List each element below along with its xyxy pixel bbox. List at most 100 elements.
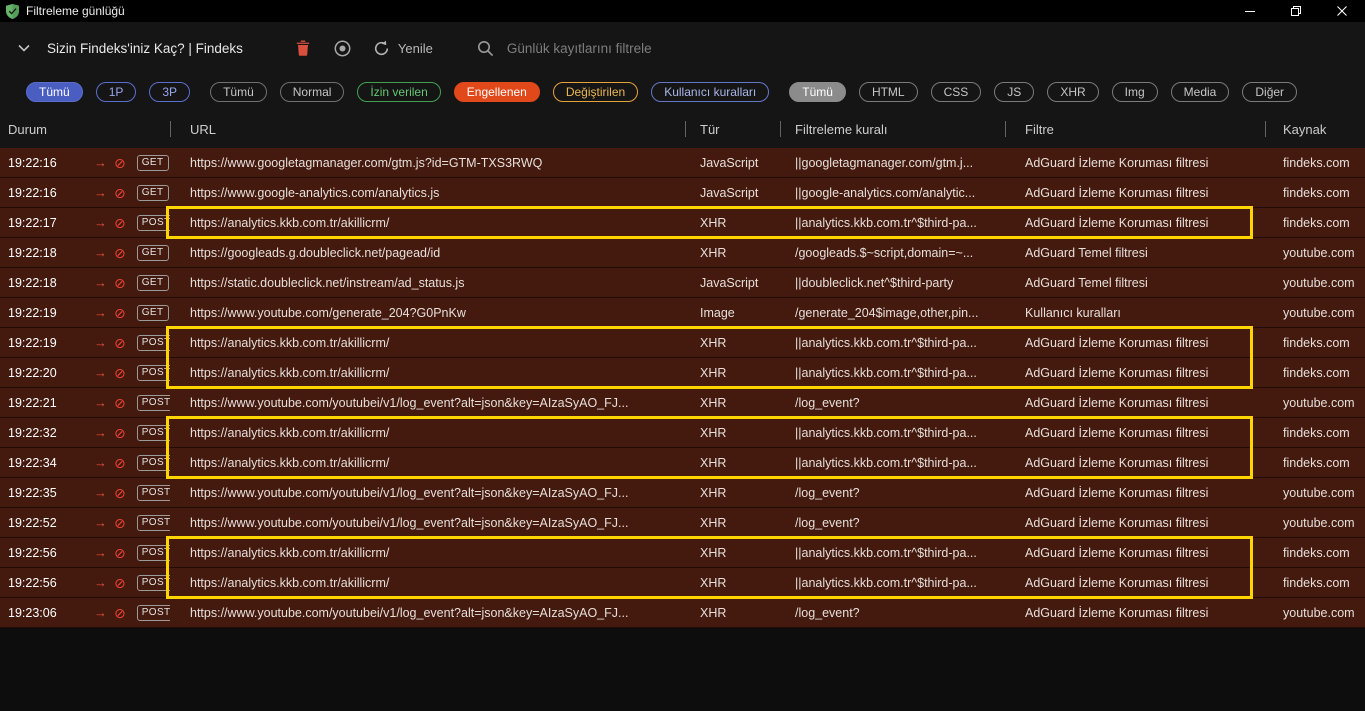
column-header-durum[interactable]: Durum xyxy=(0,110,170,148)
log-row[interactable]: 19:22:18 → ⊘ GET https://googleads.g.dou… xyxy=(0,238,1365,268)
filter-chip-t-m-[interactable]: Tümü xyxy=(789,82,846,102)
filter-chip-i-zin-verilen[interactable]: İzin verilen xyxy=(357,82,441,102)
blocked-icon: ⊘ xyxy=(114,574,126,591)
method-badge: POST xyxy=(136,574,170,591)
log-row[interactable]: 19:22:34 → ⊘ POST https://analytics.kkb.… xyxy=(0,448,1365,478)
log-row[interactable]: 19:22:16 → ⊘ GET https://www.google-anal… xyxy=(0,178,1365,208)
chevron-down-icon xyxy=(18,44,34,52)
filter-chip-normal[interactable]: Normal xyxy=(279,82,345,102)
filter-chip-js[interactable]: JS xyxy=(994,82,1035,102)
log-row[interactable]: 19:22:52 → ⊘ POST https://www.youtube.co… xyxy=(0,508,1365,538)
search-icon xyxy=(477,40,494,56)
filter-chip-xhr[interactable]: XHR xyxy=(1047,82,1099,102)
column-header-kaynak[interactable]: Kaynak xyxy=(1265,110,1365,148)
status-cell: 19:22:52 → ⊘ POST xyxy=(0,508,170,537)
request-time: 19:22:52 xyxy=(8,515,57,530)
log-row[interactable]: 19:22:17 → ⊘ POST https://analytics.kkb.… xyxy=(0,208,1365,238)
filter-name: AdGuard İzleme Koruması filtresi xyxy=(1025,155,1209,170)
log-row[interactable]: 19:22:16 → ⊘ GET https://www.googletagma… xyxy=(0,148,1365,178)
filter-chip-html[interactable]: HTML xyxy=(858,82,918,102)
log-row[interactable]: 19:22:56 → ⊘ POST https://analytics.kkb.… xyxy=(0,568,1365,598)
filter-chip-engellenen[interactable]: Engellenen xyxy=(453,82,540,102)
log-row[interactable]: 19:23:06 → ⊘ POST https://www.youtube.co… xyxy=(0,598,1365,628)
filtering-rule: ||analytics.kkb.com.tr^$third-pa... xyxy=(795,365,977,380)
request-type: XHR xyxy=(700,485,727,500)
outbound-arrow-icon: → xyxy=(94,275,107,290)
request-url: https://analytics.kkb.com.tr/akillicrm/ xyxy=(190,425,390,440)
request-url: https://www.youtube.com/youtubei/v1/log_… xyxy=(190,515,629,530)
record-toggle-button[interactable] xyxy=(333,39,352,58)
request-url: https://www.google-analytics.com/analyti… xyxy=(190,185,440,200)
filter-chip-media[interactable]: Media xyxy=(1170,82,1230,102)
tab-selector-dropdown[interactable]: Sizin Findeks'iniz Kaç? | Findeks xyxy=(18,41,243,56)
request-type: XHR xyxy=(700,515,727,530)
filter-chip-t-m-[interactable]: Tümü xyxy=(210,82,267,102)
request-url: https://www.youtube.com/youtubei/v1/log_… xyxy=(190,485,629,500)
blocked-icon: ⊘ xyxy=(114,214,126,231)
log-row[interactable]: 19:22:32 → ⊘ POST https://analytics.kkb.… xyxy=(0,418,1365,448)
filter-chip-di-er[interactable]: Diğer xyxy=(1242,82,1298,102)
request-url: https://www.googletagmanager.com/gtm.js?… xyxy=(190,155,543,170)
request-url: https://analytics.kkb.com.tr/akillicrm/ xyxy=(190,545,390,560)
request-type: XHR xyxy=(700,455,727,470)
refresh-button[interactable]: Yenile xyxy=(373,40,433,57)
log-row[interactable]: 19:22:56 → ⊘ POST https://analytics.kkb.… xyxy=(0,538,1365,568)
log-row[interactable]: 19:22:18 → ⊘ GET https://static.doublecl… xyxy=(0,268,1365,298)
status-filter-group: Tümü Normal İzin verilen Engellenen Değiştir… xyxy=(210,82,782,102)
filter-chip-1p[interactable]: 1P xyxy=(95,82,137,102)
column-header-tur[interactable]: Tür xyxy=(685,110,780,148)
log-table-body: 19:22:16 → ⊘ GET https://www.googletagma… xyxy=(0,148,1365,628)
request-time: 19:22:21 xyxy=(8,395,57,410)
filter-chip-img[interactable]: Img xyxy=(1111,82,1158,102)
column-header-url[interactable]: URL xyxy=(170,110,685,148)
request-type: JavaScript xyxy=(700,155,759,170)
source-domain: findeks.com xyxy=(1283,215,1350,230)
request-time: 19:22:32 xyxy=(8,425,57,440)
filter-chip-3p[interactable]: 3P xyxy=(149,82,191,102)
outbound-arrow-icon: → xyxy=(94,185,107,200)
source-domain: findeks.com xyxy=(1283,185,1350,200)
request-type: XHR xyxy=(700,335,727,350)
filter-chip-kullan-c-kurallar-[interactable]: Kullanıcı kuralları xyxy=(651,82,770,102)
log-row[interactable]: 19:22:19 → ⊘ GET https://www.youtube.com… xyxy=(0,298,1365,328)
maximize-restore-button[interactable] xyxy=(1273,0,1319,22)
filter-chip-t-m-[interactable]: Tümü xyxy=(26,82,83,102)
search-input[interactable] xyxy=(506,40,837,56)
filtering-rule: ||analytics.kkb.com.tr^$third-pa... xyxy=(795,545,977,560)
restore-icon xyxy=(1291,6,1301,16)
filtering-rule: /log_event? xyxy=(795,515,860,530)
filter-chips-bar: Tümü 1P 3P Tümü Normal İzin verilen Engellene… xyxy=(0,74,1365,110)
filter-name: AdGuard İzleme Koruması filtresi xyxy=(1025,425,1209,440)
filter-name: AdGuard İzleme Koruması filtresi xyxy=(1025,575,1209,590)
method-badge: POST xyxy=(136,514,170,531)
close-button[interactable] xyxy=(1319,0,1365,22)
clear-log-button[interactable] xyxy=(296,40,310,56)
method-badge: POST xyxy=(136,394,170,411)
column-header-filtre[interactable]: Filtre xyxy=(1005,110,1265,148)
log-row[interactable]: 19:22:21 → ⊘ POST https://www.youtube.co… xyxy=(0,388,1365,418)
filtering-rule: /log_event? xyxy=(795,485,860,500)
filter-name: AdGuard İzleme Koruması filtresi xyxy=(1025,515,1209,530)
filtering-rule: /log_event? xyxy=(795,395,860,410)
filter-name: AdGuard Temel filtresi xyxy=(1025,275,1148,290)
request-type: XHR xyxy=(700,425,727,440)
request-time: 19:22:16 xyxy=(8,185,57,200)
source-domain: youtube.com xyxy=(1283,515,1355,530)
request-time: 19:22:16 xyxy=(8,155,57,170)
table-header: Durum URL Tür Filtreleme kuralı Filtre K… xyxy=(0,110,1365,148)
window-controls xyxy=(1227,0,1365,22)
filter-name: AdGuard İzleme Koruması filtresi xyxy=(1025,185,1209,200)
source-domain: youtube.com xyxy=(1283,395,1355,410)
blocked-icon: ⊘ xyxy=(114,544,126,561)
filter-chip-de-i-tirilen[interactable]: Değiştirilen xyxy=(552,82,639,102)
method-badge: POST xyxy=(136,364,170,381)
filter-chip-css[interactable]: CSS xyxy=(930,82,982,102)
trash-icon xyxy=(296,40,310,56)
minimize-button[interactable] xyxy=(1227,0,1273,22)
status-cell: 19:22:18 → ⊘ GET xyxy=(0,238,170,267)
log-row[interactable]: 19:22:35 → ⊘ POST https://www.youtube.co… xyxy=(0,478,1365,508)
method-badge: POST xyxy=(136,424,170,441)
log-row[interactable]: 19:22:20 → ⊘ POST https://analytics.kkb.… xyxy=(0,358,1365,388)
log-row[interactable]: 19:22:19 → ⊘ POST https://analytics.kkb.… xyxy=(0,328,1365,358)
column-header-filtreleme-kurali[interactable]: Filtreleme kuralı xyxy=(780,110,1005,148)
